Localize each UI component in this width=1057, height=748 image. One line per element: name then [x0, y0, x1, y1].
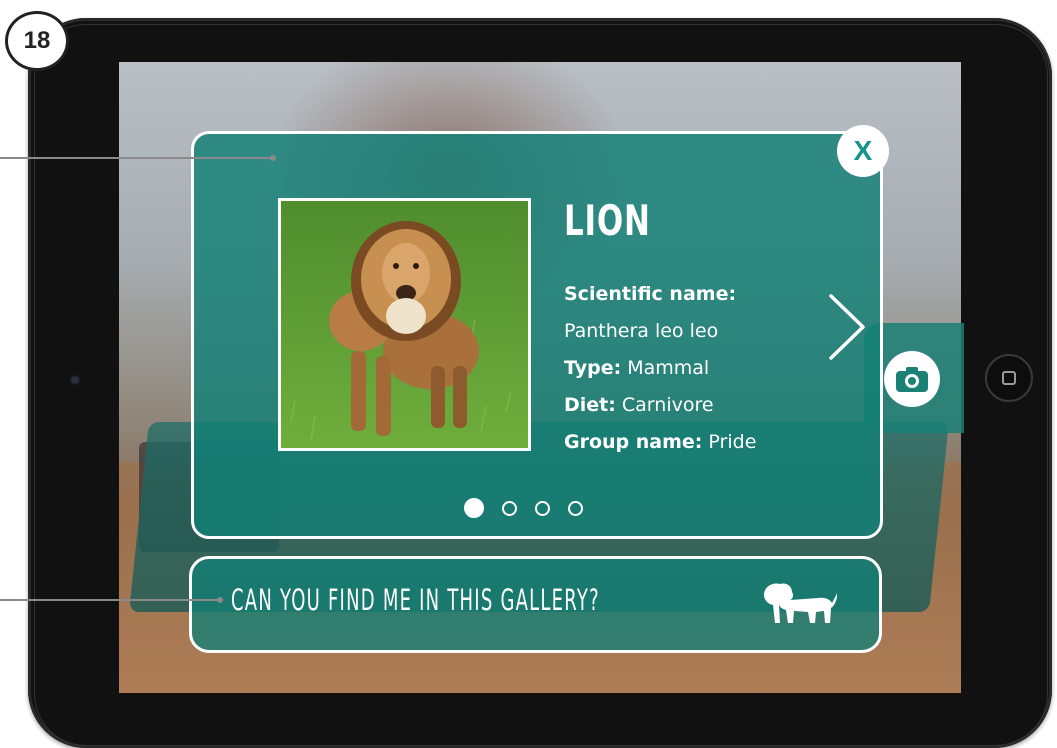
- animal-name-heading: LION: [564, 196, 651, 245]
- pager-dot-2[interactable]: [502, 500, 517, 516]
- camera-icon: [896, 367, 928, 392]
- next-arrow-button[interactable]: [825, 292, 869, 362]
- fact-row-scientific-name: Scientific name:: [564, 276, 756, 313]
- fact-value: Carnivore: [615, 394, 714, 416]
- fact-value: Panthera leo leo: [564, 320, 719, 342]
- animal-photo: [278, 198, 531, 451]
- close-button[interactable]: X: [837, 125, 889, 177]
- callout-line-banner: [0, 599, 220, 601]
- chevron-right-icon: [829, 294, 865, 360]
- card-pager: [464, 497, 583, 519]
- fact-label: Scientific name:: [564, 283, 737, 305]
- home-button[interactable]: [985, 354, 1033, 402]
- callout-line-card: [0, 157, 273, 159]
- callout-dot-banner: [217, 597, 223, 603]
- fact-value: Mammal: [621, 357, 710, 379]
- fact-label: Group name:: [564, 431, 703, 453]
- fact-row-scientific-name-value: Panthera leo leo: [564, 313, 756, 350]
- front-camera: [70, 375, 80, 385]
- fact-value: Pride: [702, 431, 757, 453]
- fact-label: Type:: [564, 357, 622, 379]
- find-in-gallery-label: CAN YOU FIND ME IN THIS GALLERY?: [231, 583, 600, 617]
- pager-dot-4[interactable]: [568, 500, 583, 516]
- home-square-icon: [1002, 371, 1016, 385]
- pager-dot-1[interactable]: [464, 498, 484, 518]
- camera-button[interactable]: [884, 351, 940, 407]
- lion-photo: [281, 201, 528, 448]
- lion-silhouette-icon: [764, 583, 837, 623]
- close-icon: X: [853, 135, 873, 166]
- step-number-badge: 18: [5, 11, 69, 71]
- fact-label: Diet:: [564, 394, 616, 416]
- fact-row-group-name: Group name: Pride: [564, 424, 756, 461]
- fact-row-diet: Diet: Carnivore: [564, 387, 756, 424]
- pager-dot-3[interactable]: [535, 500, 550, 516]
- fact-row-type: Type: Mammal: [564, 350, 756, 387]
- callout-dot-card: [270, 155, 276, 161]
- animal-facts: Scientific name: Panthera leo leo Type: …: [564, 276, 756, 461]
